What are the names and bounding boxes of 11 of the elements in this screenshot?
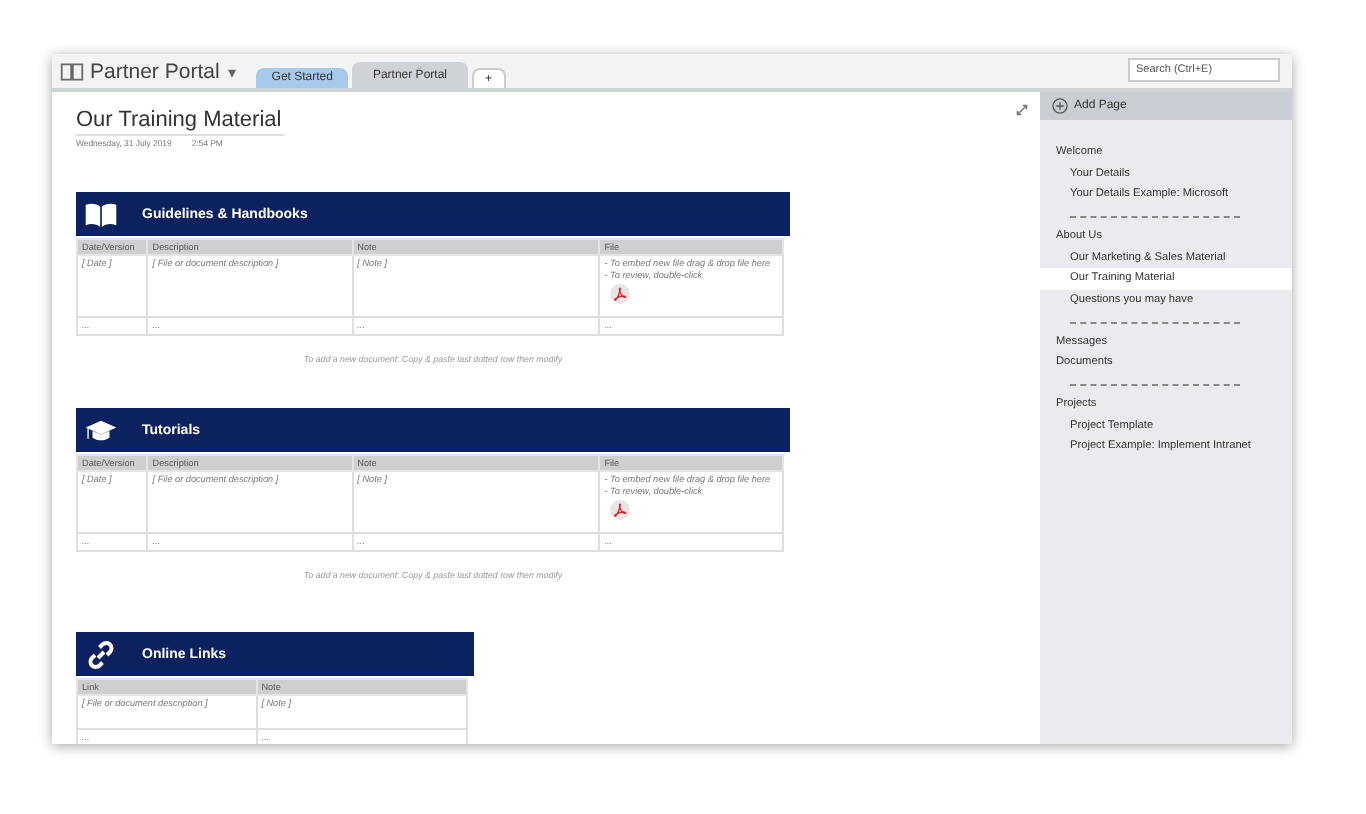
link-icon bbox=[84, 639, 118, 669]
notebook-icon bbox=[60, 62, 84, 82]
add-icon bbox=[1052, 98, 1068, 114]
pdf-file-icon[interactable] bbox=[610, 500, 631, 520]
notebook-title[interactable]: Partner Portal bbox=[90, 60, 220, 84]
book-icon bbox=[84, 199, 118, 229]
page-title: Our Training Material bbox=[76, 108, 284, 136]
caret-icon[interactable]: ▾ bbox=[227, 64, 236, 82]
pdf-file-icon[interactable] bbox=[610, 284, 631, 304]
expand-icon[interactable] bbox=[1016, 104, 1028, 116]
graduation-cap-icon bbox=[84, 415, 118, 445]
